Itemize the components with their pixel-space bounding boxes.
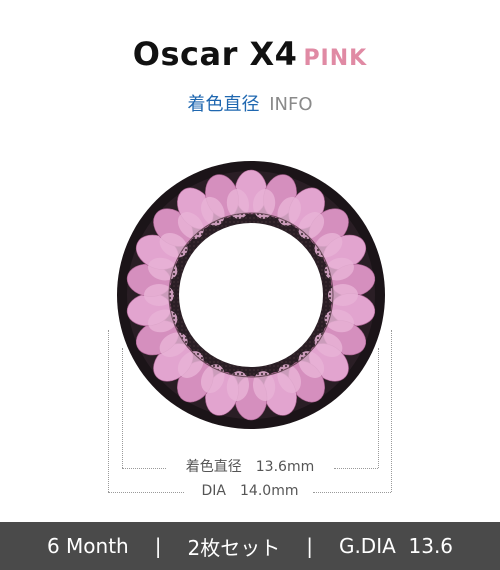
- dia-label: DIA: [201, 483, 227, 499]
- lens-image: [117, 161, 385, 429]
- product-title: Oscar X4 PINK: [0, 30, 500, 84]
- colored-dia-value: 13.6mm: [255, 459, 315, 475]
- separator: |: [154, 534, 162, 558]
- gdia-text: G.DIA 13.6: [338, 534, 454, 558]
- subtitle-en: INFO: [269, 94, 313, 115]
- dia-value: 14.0mm: [240, 483, 299, 499]
- period-text: 6 Month: [46, 534, 129, 558]
- colored-dia-right-line: [378, 348, 379, 468]
- colored-dia-label: 着色直径: [185, 459, 242, 475]
- spec-footer-bar: 6 Month | 2枚セット | G.DIA 13.6: [0, 522, 500, 570]
- dia-label-row: DIA 14.0mm: [0, 482, 500, 500]
- section-subtitle: 着色直径 INFO: [0, 92, 500, 118]
- quantity-text: 2枚セット: [187, 535, 281, 560]
- colored-diameter-label: 着色直径 13.6mm: [0, 458, 500, 476]
- separator: |: [306, 534, 313, 558]
- colored-dia-left-line: [122, 348, 123, 468]
- lens-center: [179, 223, 323, 367]
- subtitle-jp: 着色直径: [187, 94, 260, 115]
- product-name: Oscar X4: [132, 35, 298, 73]
- product-color: PINK: [303, 46, 368, 71]
